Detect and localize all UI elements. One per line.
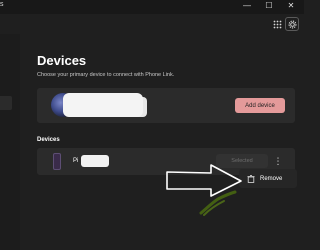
left-nav-rail [0, 34, 20, 250]
page-title: Devices [37, 53, 87, 68]
add-device-button[interactable]: Add device [235, 98, 285, 113]
phone-link-window: s — ☐ ✕ Devices Choose your primary devi… [0, 0, 304, 250]
top-toolbar [0, 14, 304, 34]
window-title-fragment: s [0, 1, 4, 8]
annotation-scribble [199, 190, 237, 216]
device-name: Pi [73, 158, 79, 164]
maximize-button[interactable]: ☐ [260, 0, 278, 12]
trash-icon [246, 174, 255, 183]
remove-menu-label: Remove [260, 175, 283, 182]
minimize-button[interactable]: — [238, 0, 256, 12]
redacted-device-name-2 [81, 155, 109, 167]
device-context-menu: Remove [239, 169, 297, 188]
title-bar: s — ☐ ✕ [0, 0, 304, 14]
trash-icon-glyph [247, 174, 254, 183]
apps-grid-icon[interactable] [270, 17, 284, 31]
more-options-button[interactable]: ⋮ [273, 154, 283, 168]
phone-icon [53, 153, 61, 170]
remove-menu-item[interactable]: Remove [239, 169, 297, 188]
gear-icon[interactable] [285, 17, 299, 31]
page-subtitle: Choose your primary device to connect wi… [37, 72, 175, 78]
devices-section-label: Devices [37, 137, 60, 143]
left-nav-selected-item[interactable] [0, 96, 12, 110]
close-button[interactable]: ✕ [282, 0, 300, 12]
gear-icon-glyph [288, 20, 296, 28]
apps-grid-icon-glyph [273, 20, 281, 28]
redacted-device-name [63, 93, 143, 117]
primary-device-card: Add device [37, 88, 295, 123]
